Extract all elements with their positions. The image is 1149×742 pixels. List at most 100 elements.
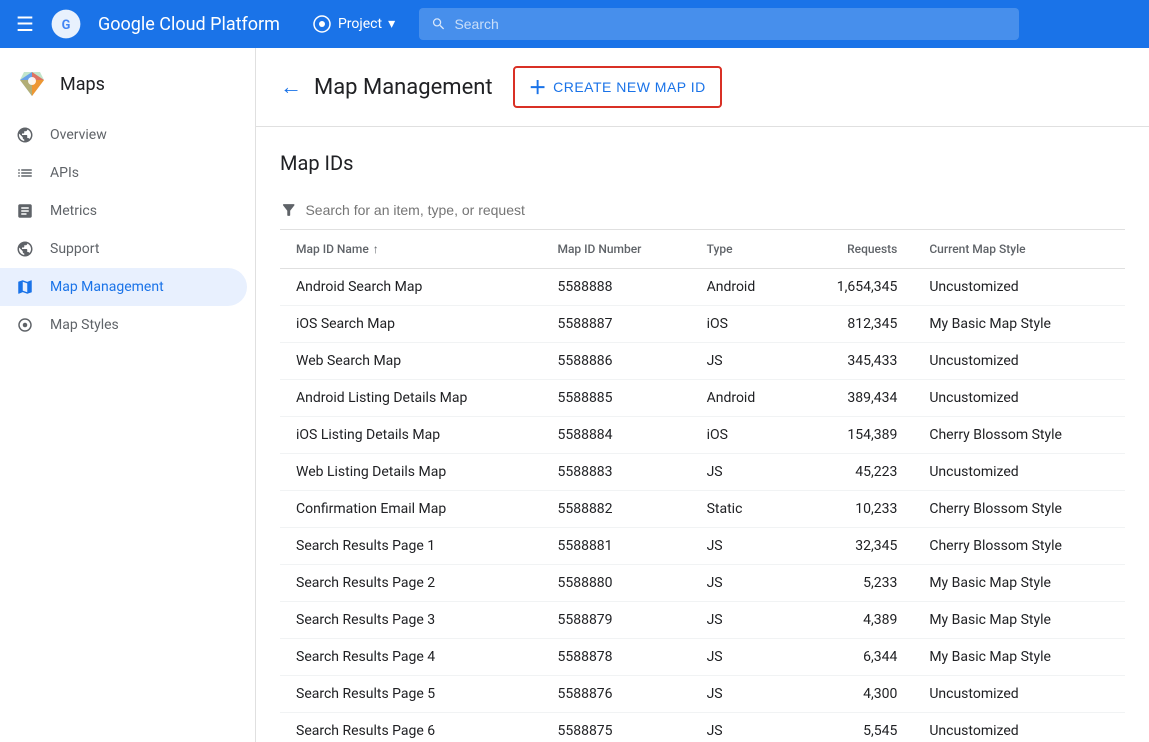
sidebar-item-overview[interactable]: Overview (0, 116, 247, 154)
cell-style: Cherry Blossom Style (913, 491, 1125, 528)
search-icon (431, 16, 446, 32)
cell-name: Search Results Page 5 (280, 676, 541, 713)
create-new-map-id-button[interactable]: ＋ CREATE NEW MAP ID (513, 66, 722, 108)
cell-number: 5588880 (541, 565, 690, 602)
sidebar: Maps Overview APIs Metrics Support (0, 48, 256, 742)
sidebar-item-metrics[interactable]: Metrics (0, 192, 247, 230)
table-row[interactable]: Search Results Page 1 5588881 JS 32,345 … (280, 528, 1125, 565)
map-ids-table: Map ID Name ↑ Map ID Number Type Request… (280, 230, 1125, 742)
cell-style: Cherry Blossom Style (913, 417, 1125, 454)
cell-number: 5588888 (541, 269, 690, 306)
cell-requests: 5,545 (794, 713, 913, 742)
metrics-icon (16, 202, 34, 220)
cell-type: JS (691, 639, 795, 676)
cell-number: 5588883 (541, 454, 690, 491)
search-filter-input[interactable] (305, 202, 1125, 218)
table-row[interactable]: Search Results Page 5 5588876 JS 4,300 U… (280, 676, 1125, 713)
support-icon (16, 240, 34, 258)
table-search-bar[interactable] (280, 191, 1125, 230)
col-header-type: Type (691, 230, 795, 269)
cell-requests: 45,223 (794, 454, 913, 491)
cell-requests: 154,389 (794, 417, 913, 454)
sidebar-item-support-label: Support (50, 241, 99, 257)
cell-name: Search Results Page 4 (280, 639, 541, 676)
cell-style: Uncustomized (913, 343, 1125, 380)
cell-type: JS (691, 528, 795, 565)
table-header: Map ID Name ↑ Map ID Number Type Request… (280, 230, 1125, 269)
table-row[interactable]: Web Search Map 5588886 JS 345,433 Uncust… (280, 343, 1125, 380)
cell-style: Cherry Blossom Style (913, 528, 1125, 565)
cell-number: 5588876 (541, 676, 690, 713)
cell-type: JS (691, 454, 795, 491)
cell-style: Uncustomized (913, 454, 1125, 491)
top-navigation: ☰ G Google Cloud Platform Project ▾ (0, 0, 1149, 48)
col-header-number: Map ID Number (541, 230, 690, 269)
cell-style: Uncustomized (913, 713, 1125, 742)
cell-requests: 1,654,345 (794, 269, 913, 306)
table-row[interactable]: iOS Search Map 5588887 iOS 812,345 My Ba… (280, 306, 1125, 343)
table-row[interactable]: Search Results Page 4 5588878 JS 6,344 M… (280, 639, 1125, 676)
cell-requests: 10,233 (794, 491, 913, 528)
cell-name: Search Results Page 3 (280, 602, 541, 639)
sidebar-app-title: Maps (60, 74, 105, 95)
cell-type: Android (691, 380, 795, 417)
col-header-requests: Requests (794, 230, 913, 269)
table-row[interactable]: Search Results Page 3 5588879 JS 4,389 M… (280, 602, 1125, 639)
sidebar-item-map-management[interactable]: Map Management (0, 268, 247, 306)
cell-requests: 32,345 (794, 528, 913, 565)
sort-arrow-icon[interactable]: ↑ (373, 242, 379, 256)
cell-requests: 4,389 (794, 602, 913, 639)
cell-type: JS (691, 565, 795, 602)
cell-name: iOS Listing Details Map (280, 417, 541, 454)
cell-name: Web Search Map (280, 343, 541, 380)
cell-requests: 5,233 (794, 565, 913, 602)
cell-style: Uncustomized (913, 380, 1125, 417)
cell-requests: 4,300 (794, 676, 913, 713)
cell-requests: 389,434 (794, 380, 913, 417)
table-row[interactable]: Android Listing Details Map 5588885 Andr… (280, 380, 1125, 417)
sidebar-item-map-styles[interactable]: Map Styles (0, 306, 247, 344)
table-row[interactable]: Web Listing Details Map 5588883 JS 45,22… (280, 454, 1125, 491)
cell-type: JS (691, 343, 795, 380)
table-row[interactable]: iOS Listing Details Map 5588884 iOS 154,… (280, 417, 1125, 454)
cell-number: 5588879 (541, 602, 690, 639)
search-bar[interactable] (419, 8, 1019, 40)
svg-text:G: G (62, 18, 71, 33)
back-button[interactable]: ← (280, 74, 302, 100)
cell-requests: 812,345 (794, 306, 913, 343)
cell-type: JS (691, 713, 795, 742)
search-input[interactable] (454, 16, 1007, 32)
maps-app-icon (16, 68, 48, 100)
table-row[interactable]: Search Results Page 6 5588875 JS 5,545 U… (280, 713, 1125, 742)
cell-name: Search Results Page 1 (280, 528, 541, 565)
filter-icon (280, 201, 297, 219)
cell-type: Static (691, 491, 795, 528)
sidebar-item-support[interactable]: Support (0, 230, 247, 268)
sidebar-item-apis[interactable]: APIs (0, 154, 247, 192)
cell-style: My Basic Map Style (913, 639, 1125, 676)
table-row[interactable]: Android Search Map 5588888 Android 1,654… (280, 269, 1125, 306)
hamburger-menu[interactable]: ☰ (16, 12, 34, 36)
page-header: ← Map Management ＋ CREATE NEW MAP ID (256, 48, 1149, 127)
table-row[interactable]: Confirmation Email Map 5588882 Static 10… (280, 491, 1125, 528)
cell-style: My Basic Map Style (913, 602, 1125, 639)
cell-number: 5588886 (541, 343, 690, 380)
project-selector[interactable]: Project ▾ (312, 14, 395, 34)
table-body: Android Search Map 5588888 Android 1,654… (280, 269, 1125, 742)
section-title: Map IDs (280, 151, 1125, 175)
project-icon (312, 14, 332, 34)
cell-requests: 345,433 (794, 343, 913, 380)
sidebar-item-metrics-label: Metrics (50, 203, 97, 219)
brand-name: Google Cloud Platform (98, 14, 280, 35)
cell-number: 5588885 (541, 380, 690, 417)
cell-name: Web Listing Details Map (280, 454, 541, 491)
sidebar-item-map-management-label: Map Management (50, 279, 164, 295)
cell-number: 5588875 (541, 713, 690, 742)
table-row[interactable]: Search Results Page 2 5588880 JS 5,233 M… (280, 565, 1125, 602)
cell-number: 5588884 (541, 417, 690, 454)
cell-style: My Basic Map Style (913, 565, 1125, 602)
sidebar-item-apis-label: APIs (50, 165, 79, 181)
cell-style: Uncustomized (913, 676, 1125, 713)
sidebar-item-map-styles-label: Map Styles (50, 317, 119, 333)
cell-name: iOS Search Map (280, 306, 541, 343)
